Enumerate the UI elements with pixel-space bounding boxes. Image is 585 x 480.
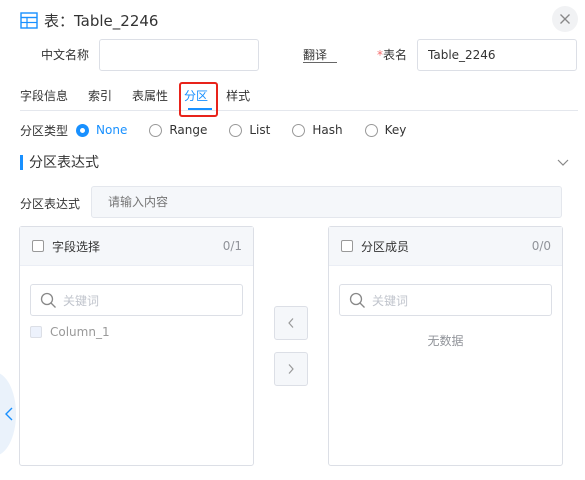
radio-hash[interactable]: Hash <box>292 123 343 137</box>
panel-title: 分区成员 <box>361 239 410 254</box>
radio-list[interactable]: List <box>229 123 270 137</box>
partition-type-group: 分区类型 None Range List Hash Key <box>20 121 428 139</box>
radio-label: None <box>96 123 128 137</box>
dialog-title: 表：Table_2246 <box>44 11 159 30</box>
search-icon <box>349 292 365 308</box>
panel-title: 字段选择 <box>52 239 101 254</box>
cn-name-input[interactable] <box>99 39 259 71</box>
search-placeholder: 关键词 <box>372 293 409 308</box>
panel-header: 分区成员 0/0 <box>329 227 562 266</box>
expression-label: 分区表达式 <box>20 197 81 211</box>
field-select-panel: 字段选择 0/1 关键词 Column_1 <box>19 226 254 466</box>
panel-count: 0/1 <box>222 239 242 253</box>
chevron-left-icon[interactable] <box>4 407 14 421</box>
tab-highlight-box <box>179 82 218 117</box>
select-all-checkbox[interactable] <box>341 240 353 252</box>
chevron-right-icon <box>288 364 294 374</box>
select-all-checkbox[interactable] <box>32 240 44 252</box>
radio-none[interactable]: None <box>76 123 127 137</box>
section-title: 分区表达式 <box>29 155 99 171</box>
panel-header: 字段选择 0/1 <box>20 227 253 266</box>
tab-bar: 字段信息 索引 表属性 分区 样式 <box>20 88 270 110</box>
tab-index[interactable]: 索引 <box>88 88 112 110</box>
radio-range[interactable]: Range <box>149 123 207 137</box>
panel-count: 0/0 <box>531 239 551 253</box>
move-left-button[interactable] <box>274 306 308 340</box>
table-name-input[interactable] <box>417 39 577 71</box>
close-button[interactable] <box>552 6 578 32</box>
tab-style[interactable]: 样式 <box>226 88 250 110</box>
field-search-input[interactable]: 关键词 <box>30 284 243 316</box>
list-item[interactable]: Column_1 <box>30 325 110 339</box>
dialog-title-bar: 表：Table_2246 <box>20 9 158 31</box>
tab-table-properties[interactable]: 表属性 <box>132 88 168 110</box>
radio-label: Hash <box>312 123 343 137</box>
partition-members-panel: 分区成员 0/0 关键词 无数据 <box>328 226 563 466</box>
radio-circle[interactable] <box>292 123 306 137</box>
radio-label: Range <box>169 123 208 137</box>
section-header: 分区表达式 <box>20 153 99 171</box>
radio-label: List <box>249 123 271 137</box>
search-placeholder: 关键词 <box>63 293 100 308</box>
cn-name-label: 中文名称 <box>41 48 90 62</box>
search-icon <box>40 292 56 308</box>
empty-state-text: 无数据 <box>427 334 464 348</box>
section-accent-bar <box>20 154 23 170</box>
chevron-down-icon[interactable] <box>556 155 570 169</box>
expression-input[interactable] <box>91 186 562 218</box>
radio-label: Key <box>384 123 407 137</box>
radio-circle[interactable] <box>229 123 243 137</box>
radio-circle[interactable] <box>149 123 163 137</box>
move-right-button[interactable] <box>274 352 308 386</box>
translate-underline <box>303 62 337 63</box>
table-icon <box>20 11 38 29</box>
radio-key[interactable]: Key <box>364 123 407 137</box>
member-search-input[interactable]: 关键词 <box>339 284 552 316</box>
item-label: Column_1 <box>50 325 110 339</box>
chevron-left-icon <box>288 318 294 328</box>
close-icon <box>560 14 570 24</box>
table-name-label-wrap: *表名 <box>377 46 407 63</box>
tab-fields[interactable]: 字段信息 <box>20 88 68 110</box>
radio-circle[interactable] <box>364 123 378 137</box>
item-checkbox[interactable] <box>30 326 42 338</box>
radio-circle[interactable] <box>76 123 90 137</box>
tabs-divider <box>20 110 578 111</box>
partition-type-label: 分区类型 <box>20 123 69 138</box>
table-name-label: 表名 <box>383 48 408 62</box>
translate-button[interactable]: 翻译 <box>303 46 327 63</box>
